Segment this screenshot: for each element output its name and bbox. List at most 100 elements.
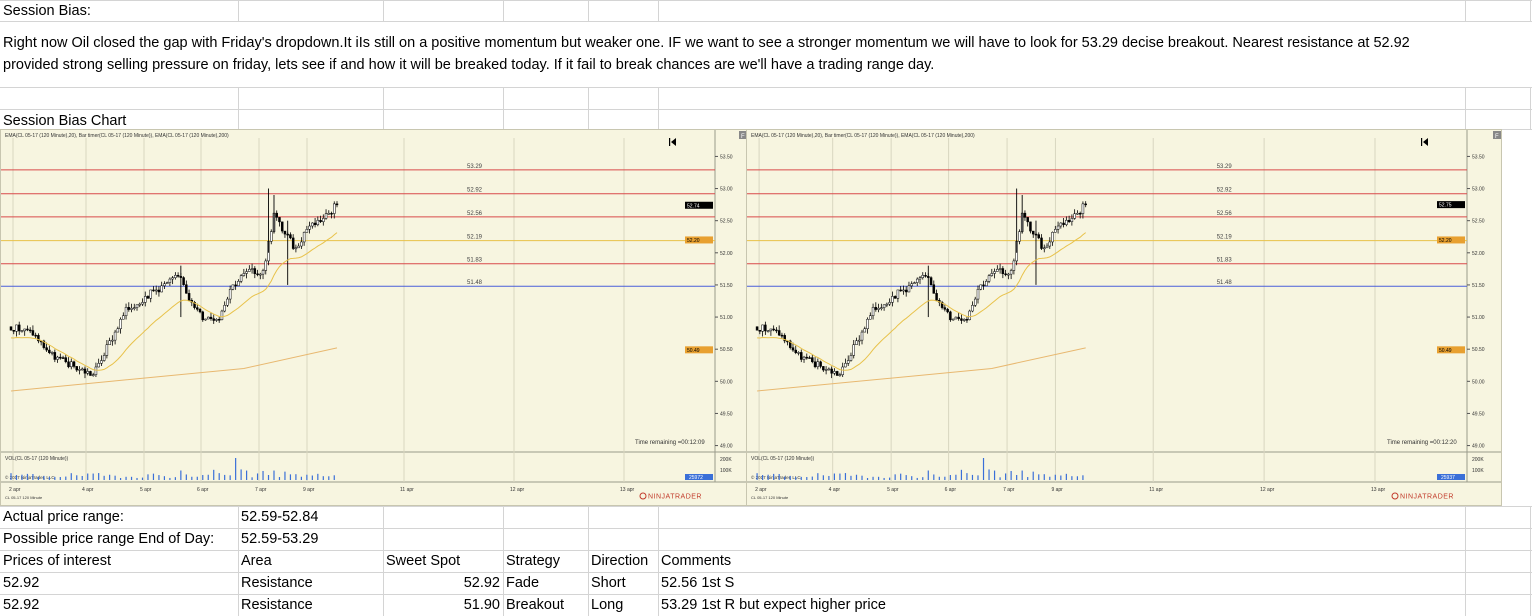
candle-body — [758, 329, 762, 332]
header-area[interactable]: Area — [241, 551, 272, 571]
volume-bar — [966, 473, 968, 480]
session-bias-paragraph[interactable]: Right now Oil closed the gap with Friday… — [3, 32, 1463, 76]
volume-bar — [109, 474, 111, 480]
header-direction[interactable]: Direction — [591, 551, 648, 571]
actual-range-label[interactable]: Actual price range: — [3, 507, 124, 527]
row2-sweet-spot[interactable]: 51.90 — [386, 595, 500, 615]
candle-body — [932, 284, 936, 294]
level-label: 52.56 — [467, 211, 483, 217]
row1-area[interactable]: Resistance — [241, 573, 313, 593]
bar-start-icon — [1421, 138, 1423, 146]
volume-bar — [1027, 477, 1029, 480]
chart-indicator-header: EMA(CL 05-17 (120 Minute),20), Bar timer… — [5, 133, 229, 139]
candle-body — [871, 307, 875, 316]
chart-indicator-header: EMA(CL 05-17 (120 Minute),20), Bar timer… — [751, 133, 975, 139]
date-label: 6 apr — [945, 487, 957, 493]
row2-direction[interactable]: Long — [591, 595, 623, 615]
price-tick-label: 52.00 — [720, 251, 733, 257]
session-bias-chart-title[interactable]: Session Bias Chart — [3, 111, 126, 131]
volume-bar — [1043, 474, 1045, 480]
row2-strategy[interactable]: Breakout — [506, 595, 564, 615]
candle-body — [176, 275, 180, 277]
volume-label: VOL(CL 05-17 (120 Minute)) — [751, 456, 815, 462]
date-label: 11 apr — [400, 487, 414, 493]
level-label: 51.83 — [1217, 258, 1233, 264]
candle-body — [64, 357, 68, 363]
grid-col-line — [1465, 0, 1466, 21]
candle-body — [313, 222, 317, 225]
candle-body — [20, 330, 24, 333]
candle-body — [261, 270, 265, 275]
volume-bar — [273, 470, 275, 480]
candle-body — [780, 334, 784, 337]
volume-label: VOL(CL 05-17 (120 Minute)) — [5, 456, 69, 462]
chart-svg: EMA(CL 05-17 (120 Minute),20), Bar timer… — [1, 130, 749, 501]
possible-range-label[interactable]: Possible price range End of Day: — [3, 529, 214, 549]
possible-range-value[interactable]: 52.59-53.29 — [241, 529, 318, 549]
ninjatrader-brand: NINJATRADER — [648, 494, 702, 501]
candle-body — [973, 298, 977, 306]
volume-bar — [158, 475, 160, 480]
header-sweet-spot[interactable]: Sweet Spot — [386, 551, 460, 571]
price-chart-right[interactable]: EMA(CL 05-17 (120 Minute),20), Bar timer… — [746, 129, 1502, 506]
volume-bar — [213, 469, 215, 480]
volume-bar — [806, 477, 808, 480]
row1-strategy[interactable]: Fade — [506, 573, 539, 593]
candle-body — [813, 361, 817, 368]
candle-body — [849, 355, 853, 361]
volume-bar — [163, 476, 166, 480]
grid-col-line — [588, 0, 589, 21]
volume-bar — [911, 476, 913, 480]
price-tick-label: 51.00 — [720, 315, 733, 321]
candle-body — [764, 324, 767, 332]
row1-sweet-spot[interactable]: 52.92 — [386, 573, 500, 593]
actual-range-value[interactable]: 52.59-52.84 — [241, 507, 318, 527]
candle-body — [146, 296, 150, 299]
candle-body — [1070, 218, 1074, 223]
candle-body — [209, 316, 213, 319]
candle-body — [34, 334, 37, 337]
price-tick-label: 52.00 — [1472, 251, 1485, 257]
row1-comments[interactable]: 52.56 1st S — [661, 573, 734, 593]
session-bias-title[interactable]: Session Bias: — [3, 1, 91, 21]
date-label: 6 apr — [197, 487, 209, 493]
candle-body — [1067, 219, 1071, 223]
grid-col-line — [383, 506, 384, 616]
date-label: 12 apr — [1260, 487, 1275, 493]
candle-body — [256, 273, 259, 276]
candle-body — [833, 371, 836, 374]
header-strategy[interactable]: Strategy — [506, 551, 560, 571]
volume-bar — [311, 475, 313, 480]
price-tick-label: 51.50 — [1472, 283, 1485, 289]
row2-price[interactable]: 52.92 — [3, 595, 39, 615]
header-prices-of-interest[interactable]: Prices of interest — [3, 551, 111, 571]
level-label: 52.92 — [467, 188, 483, 194]
volume-bar — [43, 475, 45, 480]
volume-bar — [191, 476, 193, 480]
row2-comments[interactable]: 53.29 1st R but expect higher price — [661, 595, 886, 615]
header-comments[interactable]: Comments — [661, 551, 731, 571]
date-label: 9 apr — [303, 487, 315, 493]
row2-area[interactable]: Resistance — [241, 595, 313, 615]
candle-body — [1009, 270, 1013, 275]
level-label: 51.83 — [467, 258, 483, 264]
candle-body — [305, 229, 309, 233]
candle-body — [259, 273, 262, 276]
volume-bar — [81, 475, 83, 480]
row1-price[interactable]: 52.92 — [3, 573, 39, 593]
candle-body — [896, 289, 900, 299]
candle-body — [86, 371, 89, 374]
candle-body — [333, 203, 336, 214]
volume-bar — [76, 475, 78, 480]
ema20-badge: 52.20 — [1439, 238, 1452, 244]
candle-body — [12, 329, 15, 332]
candle-body — [844, 363, 847, 368]
instrument-label: CL 05-17 120 Minute — [751, 495, 789, 500]
row1-direction[interactable]: Short — [591, 573, 626, 593]
date-label: 9 apr — [1051, 487, 1063, 493]
bar-start-icon — [669, 138, 671, 146]
candle-body — [1048, 241, 1052, 247]
volume-bar — [795, 476, 797, 480]
level-label: 52.92 — [1217, 188, 1233, 194]
price-chart-left[interactable]: EMA(CL 05-17 (120 Minute),20), Bar timer… — [0, 129, 750, 506]
